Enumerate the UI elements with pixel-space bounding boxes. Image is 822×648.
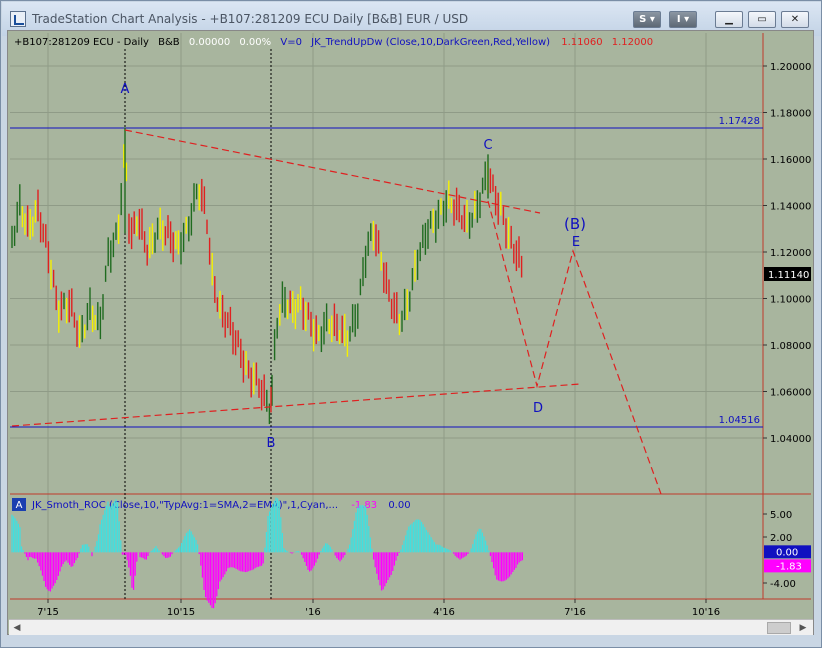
symbol-text: +B107:281209 ECU - Daily (14, 37, 149, 48)
symbol-label: +B107:281209 ECU - Daily B&B 0.00000 0.0… (14, 37, 653, 48)
change-text: 0.00000 (189, 37, 230, 48)
support-level-label: 1.04516 (719, 415, 760, 426)
time-tick-label: 7'16 (564, 607, 586, 618)
data-name-text: B&B (158, 37, 180, 48)
oscillator-value-2: 0.00 (388, 500, 410, 511)
chart-canvas[interactable]: 1.17428 1.04516 A B C D (B) E 1.20000 1.1… (8, 31, 813, 634)
change-pct-text: 0.00% (239, 37, 271, 48)
wave-label-e: E (572, 235, 580, 250)
grid-horizontal (10, 65, 763, 439)
price-axis-ticks: 1.20000 1.18000 1.16000 1.14000 1.12000 1.100… (763, 62, 811, 445)
wave-label-b: B (267, 436, 276, 451)
close-button[interactable]: ✕ (781, 11, 809, 28)
price-tick-label: 1.04000 (770, 434, 811, 445)
chart-area[interactable]: 1.17428 1.04516 A B C D (B) E 1.20000 1.1… (7, 30, 814, 635)
time-tick-label: 4'16 (433, 607, 455, 618)
wave-label-b-major: (B) (564, 215, 586, 233)
oscillator-badge-label: A (16, 500, 23, 511)
time-axis-ticks: 7'15 10'15 '16 4'16 7'16 10'16 (37, 599, 720, 618)
restore-button[interactable]: ▭ (748, 11, 776, 28)
oscillator-tick-label: -1.83 (776, 561, 802, 572)
wave-label-a: A (121, 82, 130, 97)
price-pane-header[interactable]: +B107:281209 ECU - Daily B&B 0.00000 0.0… (14, 37, 653, 48)
oscillator-title-text: JK_Smoth_ROC (Close,10,"TypAvg:1=SMA,2=E… (31, 500, 338, 511)
time-tick-label: 10'15 (167, 607, 195, 618)
oscillator-tick-label: 0.00 (776, 547, 798, 558)
grid-vertical (47, 33, 707, 599)
insert-menu-button[interactable]: I ▾ (669, 11, 697, 28)
chart-app-icon (10, 11, 26, 27)
time-tick-label: 7'15 (37, 607, 59, 618)
oscillator-tick-label: -4.00 (770, 579, 796, 590)
scrollbar-thumb[interactable] (767, 622, 791, 634)
scroll-left-icon[interactable]: ◀ (11, 622, 23, 634)
time-tick-label: '16 (305, 607, 320, 618)
oscillator-tick-label: 5.00 (770, 510, 792, 521)
minimize-icon: ▁ (725, 14, 733, 25)
resistance-level-label: 1.17428 (719, 116, 760, 127)
lower-trendline[interactable] (11, 383, 581, 427)
price-tick-label: 1.18000 (770, 109, 811, 120)
indicator-value-1: 1.11060 (561, 37, 602, 48)
oscillator-title: JK_Smoth_ROC (Close,10,"TypAvg:1=SMA,2=E… (31, 500, 411, 511)
dropdown-arrow-icon: ▾ (646, 14, 655, 25)
price-tick-label: 1.12000 (770, 248, 811, 259)
time-tick-label: 10'16 (692, 607, 720, 618)
style-menu-button[interactable]: S ▾ (633, 11, 661, 28)
price-tick-label: 1.08000 (770, 341, 811, 352)
price-bars (11, 127, 523, 425)
restore-icon: ▭ (757, 14, 767, 25)
price-tick-label: 1.06000 (770, 388, 811, 399)
dropdown-arrow-icon: ▾ (680, 14, 690, 25)
scroll-right-icon[interactable]: ▶ (797, 622, 809, 634)
close-icon: ✕ (790, 14, 800, 25)
horizontal-scrollbar[interactable]: ◀ ▶ (9, 619, 813, 635)
volume-text: V=0 (280, 37, 302, 48)
oscillator-axis-ticks: 5.00 2.00 0.00 -1.83 -4.00 (763, 510, 811, 590)
indicator-text: JK_TrendUpDw (Close,10,DarkGreen,Red,Yel… (310, 37, 550, 48)
price-tick-label: 1.20000 (770, 62, 811, 73)
oscillator-pane-header[interactable]: A JK_Smoth_ROC (Close,10,"TypAvg:1=SMA,2… (12, 498, 411, 511)
wave-label-c: C (483, 138, 492, 153)
price-tick-label: 1.10000 (770, 295, 811, 306)
wave-label-d: D (533, 401, 543, 416)
current-price-label: 1.11140 (768, 270, 809, 281)
price-tick-label: 1.14000 (770, 202, 811, 213)
tradestation-window: TradeStation Chart Analysis - +B107:2812… (0, 0, 822, 648)
window-title: TradeStation Chart Analysis - +B107:2812… (32, 12, 469, 26)
minimize-button[interactable]: ▁ (715, 11, 743, 28)
oscillator-histogram (11, 497, 524, 609)
price-tick-label: 1.16000 (770, 155, 811, 166)
oscillator-tick-label: 2.00 (770, 533, 792, 544)
indicator-value-2: 1.12000 (612, 37, 653, 48)
